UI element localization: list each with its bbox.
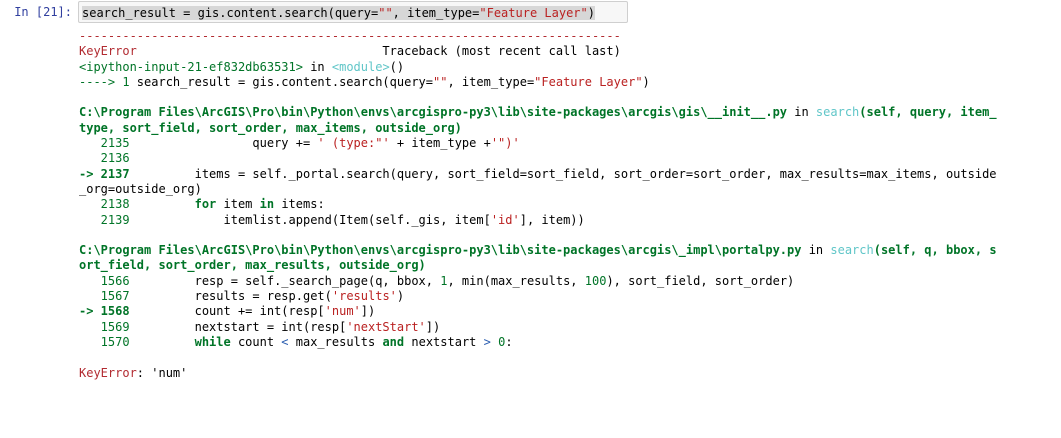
- frame2-in: in: [801, 243, 831, 258]
- code-string: '")': [490, 136, 520, 151]
- code-keyword: in: [259, 197, 275, 212]
- current-line-arrow: -> 2137: [79, 166, 137, 181]
- frame1-signature-wrap: type, sort_field, sort_order, max_items,…: [79, 120, 462, 135]
- code-token: count += int(resp[: [136, 304, 325, 319]
- code-string: ' (type:"': [317, 136, 390, 151]
- error-name: KeyError: [79, 44, 137, 59]
- traceback-label: Traceback (most recent call last): [136, 44, 621, 59]
- traceback-text: ----------------------------------------…: [79, 29, 1061, 381]
- code-string: "Feature Layer": [479, 6, 588, 20]
- line-number: 2138: [79, 197, 137, 212]
- frame0-func: <module>: [331, 59, 390, 74]
- code-string: 'num': [324, 304, 361, 319]
- code-string: "": [378, 6, 393, 20]
- code-token-wrap: _org=outside_org): [79, 181, 202, 196]
- code-number: 100: [584, 273, 607, 288]
- code-token: ]): [360, 304, 376, 319]
- code-token: items:: [274, 197, 325, 212]
- code-string: "Feature Layer": [534, 74, 643, 89]
- line-number: 2139: [79, 212, 137, 227]
- line-number: 1566: [79, 273, 137, 288]
- code-token: results = resp.get(: [136, 289, 332, 304]
- code-token: , item_type=: [392, 6, 480, 20]
- code-token: itemlist.append(Item(self._gis, item[: [136, 212, 491, 227]
- code-input-text: search_result = gis.content.search(query…: [82, 6, 595, 20]
- line-number: 1569: [79, 319, 137, 334]
- code-token: + item_type +: [389, 136, 491, 151]
- code-token: , min(max_results,: [447, 273, 585, 288]
- code-token: max_results: [288, 334, 383, 349]
- line-number: 2135: [79, 136, 137, 151]
- frame2-signature: (self, q, bbox, s: [873, 243, 997, 258]
- frame1-in: in: [787, 105, 816, 120]
- frame0-in: in: [302, 59, 332, 74]
- traceback-output: ----------------------------------------…: [79, 29, 1061, 438]
- code-token: search_result = gis.content.search(query…: [82, 6, 379, 20]
- code-operator: >: [483, 334, 491, 349]
- code-token: search_result = gis.content.search(query…: [136, 74, 434, 89]
- current-line-arrow: -> 1568: [79, 304, 137, 319]
- line-number: 1567: [79, 289, 137, 304]
- code-token: item: [216, 197, 260, 212]
- code-token: nextstart: [404, 334, 484, 349]
- frame2-signature-wrap: ort_field, sort_order, max_results, outs…: [79, 258, 426, 273]
- frame2-func: search: [830, 243, 874, 258]
- code-string: 'id': [490, 212, 520, 227]
- frame2-file: C:\Program Files\ArcGIS\Pro\bin\Python\e…: [79, 243, 802, 258]
- code-token: ]): [425, 319, 441, 334]
- frame0-file: <ipython-input-21-ef832db63531>: [79, 59, 303, 74]
- separator-line: ----------------------------------------…: [79, 29, 621, 43]
- code-operator: <: [281, 334, 289, 349]
- code-token: ], item)): [519, 212, 585, 227]
- code-string: "": [433, 74, 448, 89]
- code-token: nextstart = int(resp[: [136, 319, 347, 334]
- code-token: items = self._portal.search(query, sort_…: [136, 166, 997, 181]
- code-token: resp = self._search_page(q, bbox,: [136, 273, 441, 288]
- code-token: count: [230, 334, 282, 349]
- frame1-signature: (self, query, item_: [859, 105, 997, 120]
- frame1-file: C:\Program Files\ArcGIS\Pro\bin\Python\e…: [79, 105, 788, 120]
- code-keyword: for: [194, 197, 217, 212]
- code-token: query +=: [136, 136, 318, 151]
- frame0-arrow: ----> 1: [79, 74, 137, 89]
- input-prompt: In [21]:: [14, 5, 72, 19]
- code-token: ): [587, 6, 595, 20]
- code-token: ): [396, 289, 405, 304]
- code-string: 'results': [331, 289, 397, 304]
- code-keyword: while: [194, 334, 231, 349]
- line-number: 1570: [79, 334, 137, 349]
- code-input-cell[interactable]: search_result = gis.content.search(query…: [78, 1, 628, 23]
- code-token: ): [642, 74, 650, 89]
- frame0-paren: (): [389, 59, 405, 74]
- code-token: :: [505, 334, 513, 349]
- code-keyword: and: [382, 334, 405, 349]
- final-error-message: : 'num': [136, 365, 188, 380]
- code-token: , item_type=: [447, 74, 535, 89]
- final-error-name: KeyError: [79, 365, 137, 380]
- line-number: 2136: [79, 151, 137, 166]
- code-token: ), sort_field, sort_order): [606, 273, 795, 288]
- code-string: 'nextStart': [346, 319, 426, 334]
- frame1-func: search: [815, 105, 860, 120]
